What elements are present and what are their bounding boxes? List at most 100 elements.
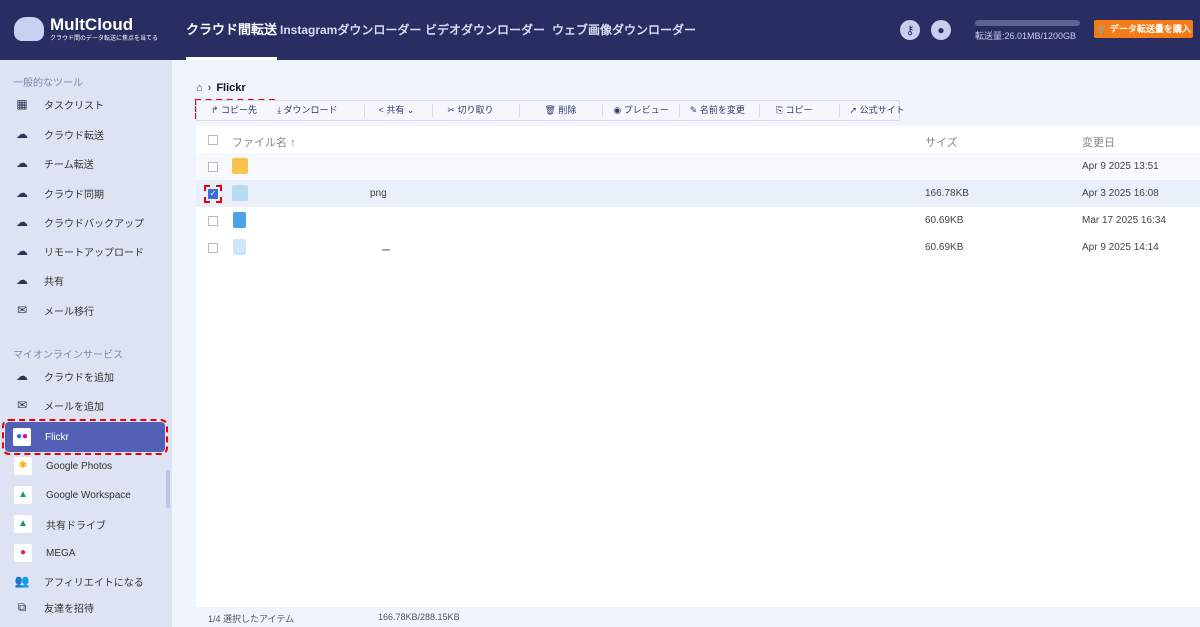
cloud-logo-icon — [14, 17, 44, 41]
sidebar-item-google-photos[interactable]: ✱ Google Photos — [14, 455, 164, 477]
toolbar: ↱ コピー先 ⤓ ダウンロード < 共有 ⌄ ✂ 切り取り 🗑 削除 ◉ プレビ… — [196, 100, 905, 121]
label: 友達を招待 — [44, 603, 94, 615]
sort-asc-icon: ↑ — [290, 137, 296, 149]
label: メール移行 — [44, 306, 94, 318]
nav-video-downloader[interactable]: ビデオダウンローダー — [425, 0, 545, 60]
buy-transfer-button[interactable]: 🛒 データ転送量を購入 — [1094, 20, 1193, 38]
label: 共有 — [44, 276, 64, 288]
table-row[interactable]: ー 60.69KB Apr 9 2025 14:14 — [196, 234, 1200, 261]
sidebar-item-google-workspace[interactable]: ▲ Google Workspace — [14, 484, 164, 506]
file-modified: Apr 9 2025 13:51 — [1082, 161, 1159, 172]
buy-label: データ転送量を購入 — [1109, 24, 1191, 34]
label: Flickr — [45, 431, 69, 443]
quota-text: 転送量:26.01MB/1200GB — [975, 31, 1077, 41]
nav-web-image-downloader[interactable]: ウェブ画像ダウンローダー — [552, 0, 696, 60]
key-icon[interactable]: ⚷ — [900, 20, 920, 40]
sidebar-item-shared-drive[interactable]: ▲ 共有ドライブ — [14, 513, 164, 535]
label: チーム転送 — [44, 159, 94, 171]
table-row[interactable]: 60.69KB Mar 17 2025 16:34 — [196, 207, 1200, 234]
sidebar-item-team-transfer[interactable]: ☁ チーム転送 — [14, 152, 164, 174]
sidebar-item-share[interactable]: ☁ 共有 — [14, 269, 164, 291]
table-header: ファイル名 ↑ サイズ 変更日 — [196, 126, 1200, 153]
label: 共有ドライブ — [46, 520, 106, 532]
breadcrumb-current: Flickr — [216, 82, 246, 94]
google-photos-icon: ✱ — [14, 457, 32, 475]
sidebar-item-add-cloud[interactable]: ☁ クラウドを追加 — [14, 365, 164, 387]
quota-progress-bar — [975, 20, 1080, 26]
file-size: 166.78KB — [925, 188, 969, 199]
row-checkbox[interactable] — [208, 216, 218, 226]
file-modified: Apr 3 2025 16:08 — [1082, 188, 1159, 199]
folder-icon — [232, 158, 248, 174]
sidebar-item-cloud-transfer[interactable]: ☁ クラウド転送 — [14, 123, 164, 145]
label: MEGA — [46, 547, 76, 559]
flickr-icon: ●● — [13, 428, 31, 446]
copy-to-button[interactable]: ↱ コピー先 — [197, 104, 267, 117]
preview-button[interactable]: ◉ プレビュー — [603, 104, 680, 117]
sidebar-item-add-email[interactable]: ✉ メールを追加 — [14, 394, 164, 416]
label: リモートアップロード — [44, 247, 144, 259]
cloud-add-icon: ☁ — [16, 369, 28, 383]
name-column-header[interactable]: ファイル名 ↑ — [232, 134, 296, 150]
label: ダウンロード — [283, 105, 338, 115]
cut-button[interactable]: ✂ 切り取り — [433, 104, 521, 117]
sidebar-item-cloud-backup[interactable]: ☁ クラウドバックアップ — [14, 211, 164, 233]
label: アフィリエイトになる — [44, 577, 144, 589]
selected-size: 166.78KB/288.15KB — [378, 612, 460, 622]
section-my-online-services: マイオンラインサービス — [13, 350, 123, 361]
sidebar-item-mega[interactable]: ● MEGA — [14, 542, 164, 564]
modified-column-header[interactable]: 変更日 — [1082, 134, 1115, 150]
people-icon: 👥 — [14, 574, 30, 588]
label: メールを追加 — [44, 401, 104, 413]
sidebar-item-email-migration[interactable]: ✉ メール移行 — [14, 299, 164, 321]
sidebar-item-remote-upload[interactable]: ☁ リモートアップロード — [14, 240, 164, 262]
home-icon[interactable]: ⌂ — [196, 82, 203, 94]
sidebar-scrollbar[interactable] — [166, 470, 170, 508]
image-file-icon — [232, 185, 248, 201]
nav-instagram-downloader[interactable]: Instagramダウンローダー — [280, 0, 421, 60]
breadcrumb: ⌂ › Flickr — [196, 82, 246, 94]
label: クラウド同期 — [44, 189, 104, 201]
logo[interactable]: MultCloud クラウド間のデータ転送に焦点を当てる — [14, 16, 158, 42]
copy-button[interactable]: ⎘ コピー — [760, 104, 840, 117]
top-header: MultCloud クラウド間のデータ転送に焦点を当てる クラウド間転送 Inst… — [0, 0, 1200, 60]
cloud-share-icon: ☁ — [16, 273, 28, 287]
file-name: png — [370, 188, 387, 199]
file-list: ファイル名 ↑ サイズ 変更日 Apr 9 2025 13:51 ✓ png 1… — [196, 126, 1200, 607]
official-site-button[interactable]: ➚ 公式サイト — [840, 104, 915, 117]
label: 切り取り — [457, 105, 494, 115]
label: 削除 — [558, 105, 577, 115]
file-size: 60.69KB — [925, 242, 964, 253]
sidebar-item-invite-friends[interactable]: ⧉ 友達を招待 — [14, 596, 164, 618]
label: ファイル名 — [232, 137, 287, 149]
row-checkbox[interactable] — [208, 162, 218, 172]
label: タスクリスト — [44, 100, 104, 112]
rename-button[interactable]: ✎ 名前を変更 — [680, 104, 760, 117]
label: クラウド転送 — [44, 130, 104, 142]
mail-icon: ✉ — [16, 303, 28, 317]
file-modified: Mar 17 2025 16:34 — [1082, 215, 1166, 226]
google-drive-icon: ▲ — [14, 515, 32, 533]
label: Google Workspace — [46, 489, 131, 501]
select-all-checkbox[interactable] — [208, 135, 218, 145]
sidebar-item-task-list[interactable]: ▦ タスクリスト — [14, 93, 164, 115]
download-button[interactable]: ⤓ ダウンロード — [267, 104, 365, 117]
share-button[interactable]: < 共有 ⌄ — [365, 104, 434, 117]
table-row-selected[interactable]: ✓ png 166.78KB Apr 3 2025 16:08 — [196, 180, 1200, 207]
table-row[interactable]: Apr 9 2025 13:51 — [196, 153, 1200, 180]
tagline: クラウド間のデータ転送に焦点を当てる — [50, 36, 159, 42]
sidebar-item-cloud-sync[interactable]: ☁ クラウド同期 — [14, 182, 164, 204]
sidebar-item-affiliate[interactable]: 👥 アフィリエイトになる — [14, 570, 164, 592]
sidebar-item-flickr-content[interactable]: ●● Flickr — [13, 426, 163, 448]
row-checkbox-checked[interactable]: ✓ — [204, 185, 222, 203]
label: クラウドを追加 — [44, 372, 114, 384]
nav-cloud-transfer[interactable]: クラウド間転送 — [186, 0, 278, 60]
status-bar: 1/4 選択したアイテム 166.78KB/288.15KB — [208, 612, 460, 625]
user-icon[interactable]: ● — [931, 20, 951, 40]
google-drive-icon: ▲ — [14, 486, 32, 504]
file-modified: Apr 9 2025 14:14 — [1082, 242, 1159, 253]
file-name: ー — [381, 246, 391, 257]
size-column-header[interactable]: サイズ — [925, 134, 958, 150]
row-checkbox[interactable] — [208, 243, 218, 253]
delete-button[interactable]: 🗑 削除 — [520, 104, 604, 117]
